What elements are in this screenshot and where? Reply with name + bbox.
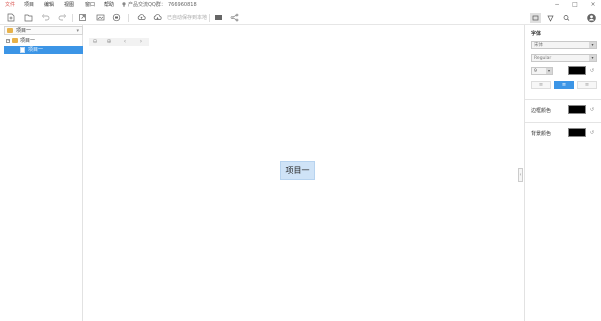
toolbar-divider [209,14,210,22]
section-divider [525,99,601,100]
tree-item-label: 项目一 [28,47,44,53]
mindmap-root-node[interactable]: 项目一 [280,161,315,180]
tree-item-label: 项目一 [20,38,36,44]
style-panel-icon[interactable] [530,13,541,23]
screen-icon[interactable] [214,13,223,22]
undo-icon[interactable] [41,13,50,22]
menu-help[interactable]: 帮助 [104,2,114,8]
menu-edit[interactable]: 编辑 [44,2,54,8]
autosave-status: 已自动保存到本地 [167,15,208,21]
menu-bar: 文件 项目 编辑 视图 窗口 帮助 产品交流QQ群： 766960818 − □… [0,0,601,11]
border-color-swatch[interactable] [568,105,586,114]
align-right-button[interactable]: ≡ [577,81,597,89]
cloud-upload-icon[interactable] [137,13,146,22]
menu-file[interactable]: 文件 [5,2,15,8]
qq-group-label: 产品交流QQ群： [122,2,166,8]
canvas[interactable]: ⊖ ⊕ ‹ › 项目一 [84,25,520,321]
font-size-select[interactable]: 9 ▾ [531,67,553,75]
lightbulb-icon [122,2,126,7]
background-color-swatch[interactable] [568,128,586,137]
collapse-toggle-icon[interactable]: − [6,39,10,43]
search-icon[interactable] [561,13,572,23]
toolbar-divider [72,14,73,22]
section-divider [525,122,601,123]
folder-icon [12,38,18,43]
qq-group-text: 产品交流QQ群： [128,2,166,8]
background-color-label: 背景颜色 [531,131,552,137]
user-avatar-icon[interactable] [586,13,597,23]
style-panel: 字体 宋体 ▾ Regular ▾ 9 ▾ ↺ ≡ ≡ ≡ 边框颜色 ↺ 背景颜… [524,25,601,321]
qq-number[interactable]: 766960818 [168,2,197,8]
tag-icon[interactable] [545,13,556,23]
open-folder-icon[interactable] [24,13,33,22]
border-color-label: 边框颜色 [531,108,552,114]
zoom-out-icon[interactable]: ⊖ [91,38,99,46]
toolbar-divider [128,14,129,22]
export-icon[interactable] [78,13,87,22]
new-file-icon[interactable] [6,13,15,22]
menu-window[interactable]: 窗口 [85,2,95,8]
menu-project[interactable]: 项目 [24,2,34,8]
zoom-in-icon[interactable]: ⊕ [105,38,113,46]
chevron-down-icon: ▾ [76,28,79,34]
canvas-controls: ⊖ ⊕ ‹ › [89,38,149,46]
font-family-value: 宋体 [534,43,543,48]
print-icon[interactable] [112,13,121,22]
font-weight-select[interactable]: Regular ▾ [531,54,597,62]
folder-icon [7,28,13,33]
reset-icon[interactable]: ↺ [589,130,595,136]
redo-icon[interactable] [58,13,67,22]
chevron-down-icon: ▾ [589,55,596,61]
menu-view[interactable]: 视图 [64,2,74,8]
font-weight-value: Regular [534,56,552,61]
reset-icon[interactable]: ↺ [589,68,595,74]
text-color-swatch[interactable] [568,66,586,75]
font-section-title: 字体 [531,31,542,37]
chevron-down-icon: ▾ [589,42,596,48]
font-family-select[interactable]: 宋体 ▾ [531,41,597,49]
panel-collapse-button[interactable]: ‹ [518,168,523,182]
toolbar: 已自动保存到本地 [0,11,601,25]
font-size-value: 9 [534,69,537,74]
project-sidebar: 项目一 ▾ − 项目一 项目一 [4,25,83,321]
project-selector[interactable]: 项目一 ▾ [4,26,83,35]
reset-icon[interactable]: ↺ [589,107,595,113]
align-left-button[interactable]: ≡ [531,81,551,89]
maximize-icon[interactable]: □ [571,1,579,9]
cloud-download-icon[interactable] [153,13,162,22]
tree-item-page[interactable]: 项目一 [4,46,83,54]
align-center-button[interactable]: ≡ [554,81,574,89]
project-selector-label: 项目一 [16,28,32,34]
close-icon[interactable]: × [589,1,597,9]
tree-item-project[interactable]: − 项目一 [4,37,83,45]
document-icon [20,47,25,53]
minimize-icon[interactable]: − [553,1,561,9]
chevron-right-icon[interactable]: › [137,38,145,46]
image-icon[interactable] [96,13,105,22]
chevron-left-icon[interactable]: ‹ [121,38,129,46]
chevron-down-icon: ▾ [546,68,552,74]
share-icon[interactable] [230,13,239,22]
